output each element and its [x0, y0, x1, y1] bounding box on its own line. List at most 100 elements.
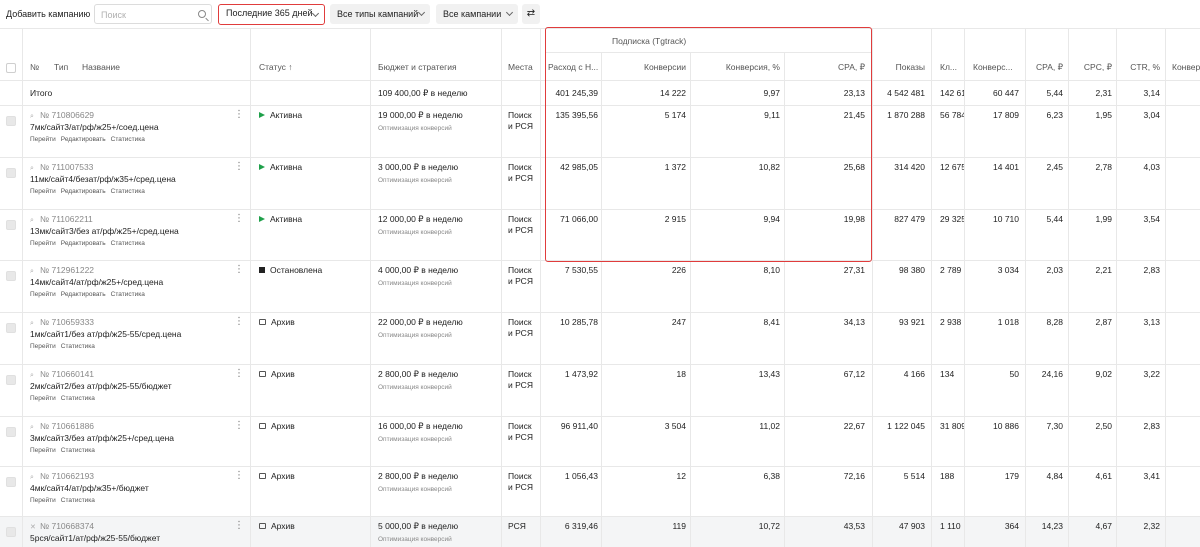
budget: 12 000,00 ₽ в неделю	[378, 214, 463, 224]
status-label: Архив	[271, 421, 295, 431]
campaign-types-dropdown[interactable]: Все типы кампаний	[330, 4, 430, 24]
col-conversions-3[interactable]: Конвер	[1172, 62, 1200, 72]
row-checkbox[interactable]	[6, 375, 16, 385]
more-menu-icon[interactable]: ⋮	[234, 317, 244, 327]
campaign-name[interactable]: 5рся/сайт1/ат/рф/ж25-55/бюджет	[30, 533, 160, 544]
campaigns-filter-dropdown[interactable]: Все кампании	[436, 4, 518, 24]
more-menu-icon[interactable]: ⋮	[234, 471, 244, 481]
campaign-name[interactable]: 14мк/сайт4/ат/рф/ж25+/сред.цена	[30, 277, 163, 288]
col-cpa[interactable]: CPA, ₽	[1026, 62, 1063, 72]
col-type[interactable]: Тип	[54, 62, 68, 72]
places: Поиск и РСЯ	[508, 317, 533, 338]
col-conversions-2[interactable]: Конверс...	[973, 62, 1013, 72]
more-menu-icon[interactable]: ⋮	[234, 369, 244, 379]
campaign-link[interactable]: Редактировать	[61, 291, 106, 298]
campaign-link[interactable]: Перейти	[30, 343, 56, 350]
col-conversions[interactable]: Конверсии	[602, 62, 686, 72]
row-checkbox[interactable]	[6, 427, 16, 437]
status-label: Активна	[270, 214, 303, 224]
campaign-id[interactable]: ⌕ № 711062211	[30, 214, 93, 226]
campaign-link[interactable]: Перейти	[30, 497, 56, 504]
row-checkbox[interactable]	[6, 527, 16, 537]
campaign-link[interactable]: Статистика	[111, 188, 145, 195]
campaign-link[interactable]: Перейти	[30, 136, 56, 143]
campaign-name[interactable]: 11мк/сайт4/безат/рф/ж35+/сред.цена	[30, 174, 176, 185]
col-conversion-rate[interactable]: Конверсия, %	[691, 62, 780, 72]
shows: 47 903	[899, 521, 925, 531]
cpc: 4,67	[1095, 521, 1112, 531]
period-dropdown[interactable]: Последние 365 дней	[218, 4, 325, 25]
campaign-id[interactable]: ⌕ № 710661886	[30, 421, 94, 433]
chevron-down-icon	[417, 8, 426, 17]
more-menu-icon[interactable]: ⋮	[234, 421, 244, 431]
more-menu-icon[interactable]: ⋮	[234, 110, 244, 120]
campaign-name[interactable]: 3мк/сайт3/без ат/рф/ж25+/сред.цена	[30, 433, 174, 444]
campaign-id[interactable]: ⌕ № 711007533	[30, 162, 93, 174]
conversions: 18	[676, 369, 686, 379]
swap-icon[interactable]: ⇄	[522, 4, 540, 24]
campaign-link[interactable]: Статистика	[61, 343, 95, 350]
campaign-name[interactable]: 13мк/сайт3/без ат/рф/ж25+/сред.цена	[30, 226, 179, 237]
cpc: 2,87	[1095, 317, 1112, 327]
row-checkbox[interactable]	[6, 168, 16, 178]
campaign-name[interactable]: 4мк/сайт4/ат/рф/ж35+/бюджет	[30, 483, 149, 494]
campaign-id[interactable]: ✕ № 710668374	[30, 521, 94, 533]
campaign-name[interactable]: 1мк/сайт1/без ат/рф/ж25-55/сред.цена	[30, 329, 181, 340]
select-all-checkbox[interactable]	[6, 63, 16, 73]
campaign-id[interactable]: ⌕ № 710659333	[30, 317, 94, 329]
places: Поиск и РСЯ	[508, 110, 533, 131]
row-checkbox[interactable]	[6, 323, 16, 333]
more-menu-icon[interactable]: ⋮	[234, 265, 244, 275]
campaign-types-label: Все типы кампаний	[337, 9, 419, 19]
campaign-link[interactable]: Перейти	[30, 240, 56, 247]
campaign-link[interactable]: Перейти	[30, 395, 56, 402]
campaign-link[interactable]: Статистика	[111, 136, 145, 143]
campaign-id[interactable]: ⌕ № 710806629	[30, 110, 94, 122]
row-checkbox[interactable]	[6, 477, 16, 487]
status-label: Архив	[271, 369, 295, 379]
campaign-link[interactable]: Статистика	[61, 395, 95, 402]
strategy: Оптимизация конверсий	[378, 125, 452, 132]
search-input[interactable]: Поиск	[94, 4, 212, 24]
campaign-link[interactable]: Статистика	[61, 497, 95, 504]
row-checkbox[interactable]	[6, 220, 16, 230]
col-clicks[interactable]: Кл...	[940, 62, 957, 72]
add-campaign-button[interactable]: Добавить кампанию	[2, 4, 90, 24]
col-cpc[interactable]: CPC, ₽	[1069, 62, 1112, 72]
conversions: 1 372	[664, 162, 686, 172]
campaign-link[interactable]: Перейти	[30, 188, 56, 195]
campaign-link[interactable]: Редактировать	[61, 188, 106, 195]
col-spend[interactable]: Расход с Н...	[548, 62, 598, 72]
col-budget[interactable]: Бюджет и стратегия	[378, 62, 457, 72]
campaign-id[interactable]: ⌕ № 710660141	[30, 369, 94, 381]
campaign-link[interactable]: Перейти	[30, 447, 56, 454]
campaign-link[interactable]: Статистика	[111, 291, 145, 298]
campaign-link[interactable]: Статистика	[61, 447, 95, 454]
more-menu-icon[interactable]: ⋮	[234, 214, 244, 224]
campaign-link[interactable]: Редактировать	[61, 240, 106, 247]
col-shows[interactable]: Показы	[873, 62, 925, 72]
campaign-id[interactable]: ⌕ № 710662193	[30, 471, 94, 483]
col-num[interactable]: №	[30, 62, 39, 72]
shows: 314 420	[894, 162, 925, 172]
row-checkbox[interactable]	[6, 271, 16, 281]
budget: 16 000,00 ₽ в неделю	[378, 421, 463, 431]
col-places[interactable]: Места	[508, 62, 533, 72]
more-menu-icon[interactable]: ⋮	[234, 162, 244, 172]
col-cpa-group[interactable]: CPA, ₽	[785, 62, 865, 72]
more-menu-icon[interactable]: ⋮	[234, 521, 244, 531]
total-clicks: 142 613	[940, 88, 964, 98]
col-status[interactable]: Статус ↑	[259, 62, 292, 72]
row-checkbox[interactable]	[6, 116, 16, 126]
campaign-id[interactable]: ⌕ № 712961222	[30, 265, 94, 277]
campaign-links: Перейти Статистика	[30, 447, 100, 455]
campaign-name[interactable]: 7мк/сайт3/ат/рф/ж25+/соед.цена	[30, 122, 159, 133]
campaign-link[interactable]: Редактировать	[61, 136, 106, 143]
campaign-name[interactable]: 2мк/сайт2/без ат/рф/ж25-55/бюджет	[30, 381, 172, 392]
col-name[interactable]: Название	[82, 62, 120, 72]
strategy: Оптимизация конверсий	[378, 229, 452, 236]
status: Архив	[259, 369, 295, 380]
campaign-link[interactable]: Статистика	[111, 240, 145, 247]
col-ctr[interactable]: CTR, %	[1117, 62, 1160, 72]
campaign-link[interactable]: Перейти	[30, 291, 56, 298]
